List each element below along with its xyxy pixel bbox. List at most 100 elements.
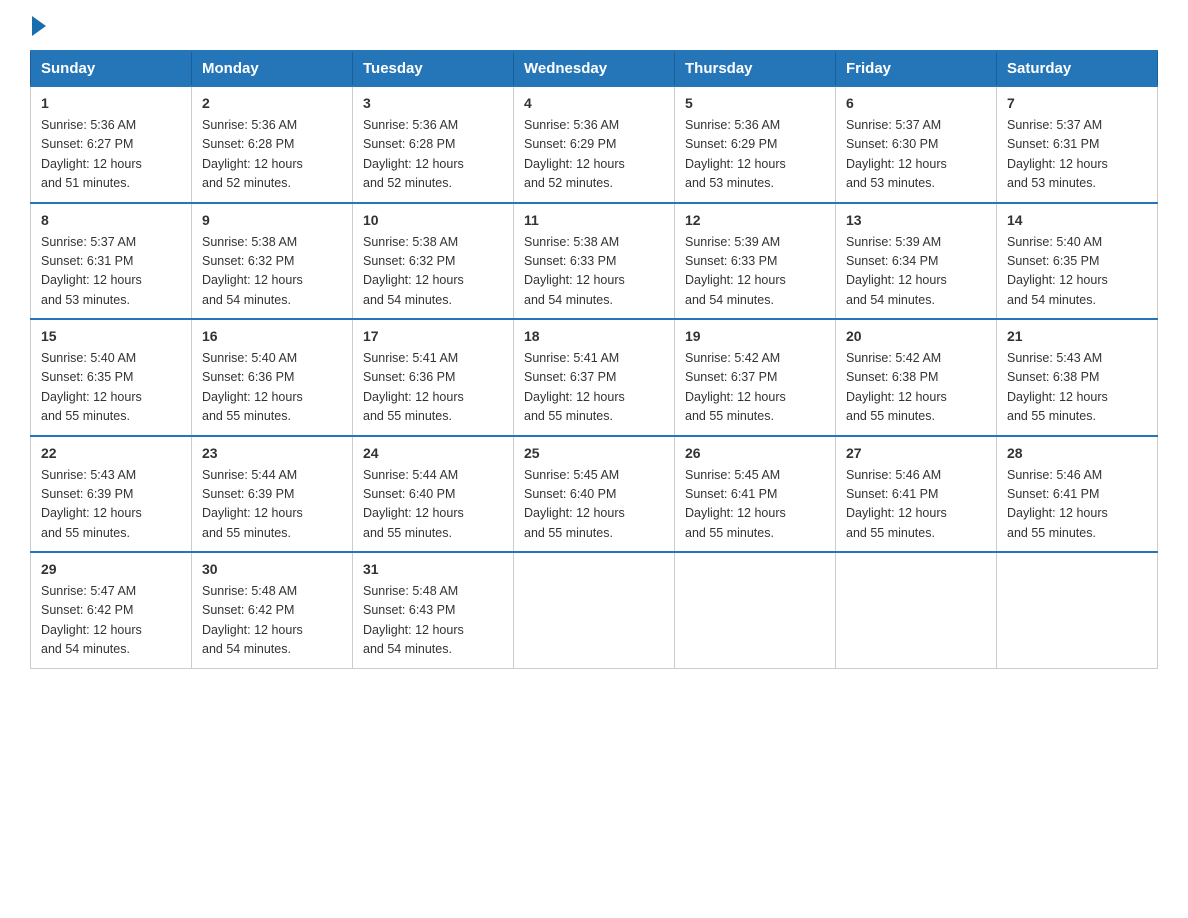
day-number: 19 [685,326,825,347]
calendar-cell: 18Sunrise: 5:41 AMSunset: 6:37 PMDayligh… [514,319,675,436]
calendar-cell: 6Sunrise: 5:37 AMSunset: 6:30 PMDaylight… [836,86,997,203]
day-info: Sunrise: 5:40 AMSunset: 6:36 PMDaylight:… [202,349,342,427]
day-info: Sunrise: 5:47 AMSunset: 6:42 PMDaylight:… [41,582,181,660]
day-info: Sunrise: 5:37 AMSunset: 6:31 PMDaylight:… [1007,116,1147,194]
day-number: 22 [41,443,181,464]
day-info: Sunrise: 5:48 AMSunset: 6:42 PMDaylight:… [202,582,342,660]
day-info: Sunrise: 5:41 AMSunset: 6:37 PMDaylight:… [524,349,664,427]
day-info: Sunrise: 5:48 AMSunset: 6:43 PMDaylight:… [363,582,503,660]
day-number: 18 [524,326,664,347]
calendar-header-sunday: Sunday [31,51,192,86]
calendar-cell: 9Sunrise: 5:38 AMSunset: 6:32 PMDaylight… [192,203,353,320]
day-number: 30 [202,559,342,580]
day-info: Sunrise: 5:37 AMSunset: 6:31 PMDaylight:… [41,233,181,311]
page-header [30,20,1158,30]
calendar-cell: 3Sunrise: 5:36 AMSunset: 6:28 PMDaylight… [353,86,514,203]
day-info: Sunrise: 5:36 AMSunset: 6:27 PMDaylight:… [41,116,181,194]
day-number: 23 [202,443,342,464]
calendar-cell: 5Sunrise: 5:36 AMSunset: 6:29 PMDaylight… [675,86,836,203]
day-number: 17 [363,326,503,347]
calendar-cell: 14Sunrise: 5:40 AMSunset: 6:35 PMDayligh… [997,203,1158,320]
day-number: 6 [846,93,986,114]
calendar-cell: 12Sunrise: 5:39 AMSunset: 6:33 PMDayligh… [675,203,836,320]
day-info: Sunrise: 5:39 AMSunset: 6:34 PMDaylight:… [846,233,986,311]
calendar-cell: 17Sunrise: 5:41 AMSunset: 6:36 PMDayligh… [353,319,514,436]
day-info: Sunrise: 5:43 AMSunset: 6:39 PMDaylight:… [41,466,181,544]
calendar-cell: 11Sunrise: 5:38 AMSunset: 6:33 PMDayligh… [514,203,675,320]
calendar-cell: 19Sunrise: 5:42 AMSunset: 6:37 PMDayligh… [675,319,836,436]
day-info: Sunrise: 5:36 AMSunset: 6:28 PMDaylight:… [363,116,503,194]
day-info: Sunrise: 5:46 AMSunset: 6:41 PMDaylight:… [1007,466,1147,544]
day-number: 9 [202,210,342,231]
calendar-cell: 22Sunrise: 5:43 AMSunset: 6:39 PMDayligh… [31,436,192,553]
calendar-cell: 23Sunrise: 5:44 AMSunset: 6:39 PMDayligh… [192,436,353,553]
day-info: Sunrise: 5:36 AMSunset: 6:28 PMDaylight:… [202,116,342,194]
calendar-cell: 2Sunrise: 5:36 AMSunset: 6:28 PMDaylight… [192,86,353,203]
day-number: 24 [363,443,503,464]
calendar-header-thursday: Thursday [675,51,836,86]
day-number: 13 [846,210,986,231]
day-number: 3 [363,93,503,114]
day-number: 16 [202,326,342,347]
calendar-cell: 27Sunrise: 5:46 AMSunset: 6:41 PMDayligh… [836,436,997,553]
day-number: 25 [524,443,664,464]
logo-arrow-icon [32,16,46,36]
day-info: Sunrise: 5:38 AMSunset: 6:33 PMDaylight:… [524,233,664,311]
day-number: 1 [41,93,181,114]
calendar-header-saturday: Saturday [997,51,1158,86]
calendar-cell [675,552,836,668]
day-number: 26 [685,443,825,464]
calendar-cell: 20Sunrise: 5:42 AMSunset: 6:38 PMDayligh… [836,319,997,436]
day-info: Sunrise: 5:44 AMSunset: 6:40 PMDaylight:… [363,466,503,544]
day-number: 11 [524,210,664,231]
day-info: Sunrise: 5:41 AMSunset: 6:36 PMDaylight:… [363,349,503,427]
calendar-cell: 29Sunrise: 5:47 AMSunset: 6:42 PMDayligh… [31,552,192,668]
day-number: 2 [202,93,342,114]
calendar-cell: 24Sunrise: 5:44 AMSunset: 6:40 PMDayligh… [353,436,514,553]
calendar-cell: 7Sunrise: 5:37 AMSunset: 6:31 PMDaylight… [997,86,1158,203]
calendar-cell: 13Sunrise: 5:39 AMSunset: 6:34 PMDayligh… [836,203,997,320]
calendar-week-row: 15Sunrise: 5:40 AMSunset: 6:35 PMDayligh… [31,319,1158,436]
calendar-cell: 26Sunrise: 5:45 AMSunset: 6:41 PMDayligh… [675,436,836,553]
calendar-cell: 28Sunrise: 5:46 AMSunset: 6:41 PMDayligh… [997,436,1158,553]
day-number: 14 [1007,210,1147,231]
day-number: 29 [41,559,181,580]
calendar-cell: 25Sunrise: 5:45 AMSunset: 6:40 PMDayligh… [514,436,675,553]
day-number: 20 [846,326,986,347]
day-info: Sunrise: 5:36 AMSunset: 6:29 PMDaylight:… [524,116,664,194]
calendar-week-row: 8Sunrise: 5:37 AMSunset: 6:31 PMDaylight… [31,203,1158,320]
day-info: Sunrise: 5:37 AMSunset: 6:30 PMDaylight:… [846,116,986,194]
calendar-week-row: 29Sunrise: 5:47 AMSunset: 6:42 PMDayligh… [31,552,1158,668]
day-info: Sunrise: 5:40 AMSunset: 6:35 PMDaylight:… [41,349,181,427]
day-number: 21 [1007,326,1147,347]
day-info: Sunrise: 5:40 AMSunset: 6:35 PMDaylight:… [1007,233,1147,311]
day-info: Sunrise: 5:42 AMSunset: 6:37 PMDaylight:… [685,349,825,427]
day-info: Sunrise: 5:36 AMSunset: 6:29 PMDaylight:… [685,116,825,194]
day-info: Sunrise: 5:38 AMSunset: 6:32 PMDaylight:… [363,233,503,311]
calendar-cell: 15Sunrise: 5:40 AMSunset: 6:35 PMDayligh… [31,319,192,436]
calendar-table: SundayMondayTuesdayWednesdayThursdayFrid… [30,50,1158,669]
calendar-header-row: SundayMondayTuesdayWednesdayThursdayFrid… [31,51,1158,86]
calendar-cell: 16Sunrise: 5:40 AMSunset: 6:36 PMDayligh… [192,319,353,436]
day-info: Sunrise: 5:45 AMSunset: 6:40 PMDaylight:… [524,466,664,544]
day-number: 5 [685,93,825,114]
calendar-header-monday: Monday [192,51,353,86]
day-info: Sunrise: 5:38 AMSunset: 6:32 PMDaylight:… [202,233,342,311]
day-info: Sunrise: 5:45 AMSunset: 6:41 PMDaylight:… [685,466,825,544]
day-number: 28 [1007,443,1147,464]
day-info: Sunrise: 5:43 AMSunset: 6:38 PMDaylight:… [1007,349,1147,427]
calendar-week-row: 1Sunrise: 5:36 AMSunset: 6:27 PMDaylight… [31,86,1158,203]
day-info: Sunrise: 5:39 AMSunset: 6:33 PMDaylight:… [685,233,825,311]
calendar-cell: 30Sunrise: 5:48 AMSunset: 6:42 PMDayligh… [192,552,353,668]
day-info: Sunrise: 5:44 AMSunset: 6:39 PMDaylight:… [202,466,342,544]
logo [30,20,46,30]
calendar-cell: 1Sunrise: 5:36 AMSunset: 6:27 PMDaylight… [31,86,192,203]
day-number: 27 [846,443,986,464]
calendar-header-friday: Friday [836,51,997,86]
calendar-cell: 21Sunrise: 5:43 AMSunset: 6:38 PMDayligh… [997,319,1158,436]
calendar-cell [836,552,997,668]
day-number: 4 [524,93,664,114]
calendar-header-tuesday: Tuesday [353,51,514,86]
day-info: Sunrise: 5:42 AMSunset: 6:38 PMDaylight:… [846,349,986,427]
calendar-cell [997,552,1158,668]
